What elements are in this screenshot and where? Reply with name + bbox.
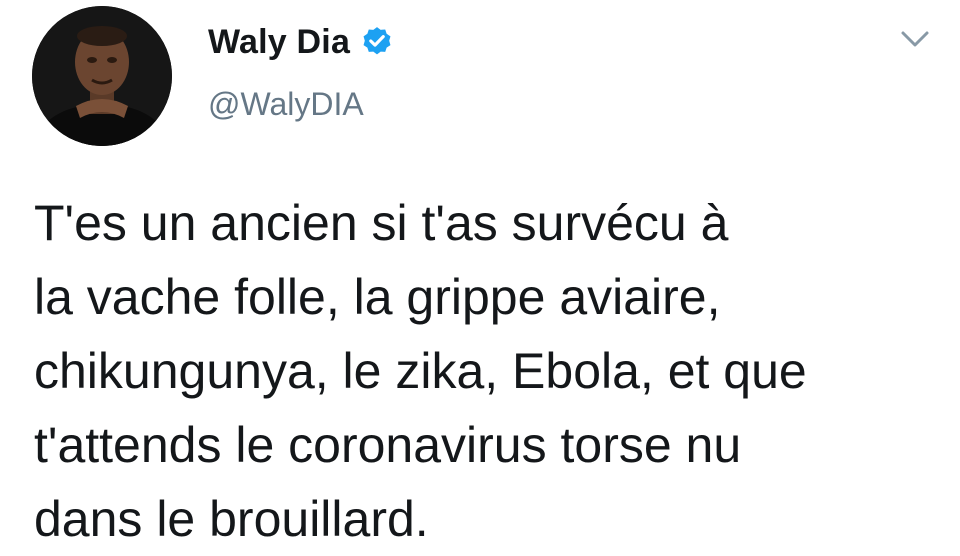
tweet-card: Waly Dia @WalyDIA T'es un ancien si t'as… [0, 0, 960, 547]
tweet-text: T'es un ancien si t'as survécu à la vach… [34, 186, 934, 556]
author-handle[interactable]: @WalyDIA [208, 86, 364, 123]
tweet-text-line: t'attends le coronavirus torse nu [34, 417, 742, 473]
chevron-down-icon[interactable] [898, 26, 932, 52]
verified-badge-icon [360, 25, 394, 59]
avatar-photo [32, 6, 172, 146]
tweet-text-line: T'es un ancien si t'as survécu à [34, 195, 729, 251]
tweet-text-line: la vache folle, la grippe aviaire, [34, 269, 721, 325]
author-display-name[interactable]: Waly Dia [208, 23, 350, 62]
tweet-text-line: chikungunya, le zika, Ebola, et que [34, 343, 807, 399]
avatar[interactable] [32, 6, 172, 146]
author-name-row: Waly Dia [208, 20, 394, 64]
tweet-text-line: dans le brouillard. [34, 491, 429, 547]
